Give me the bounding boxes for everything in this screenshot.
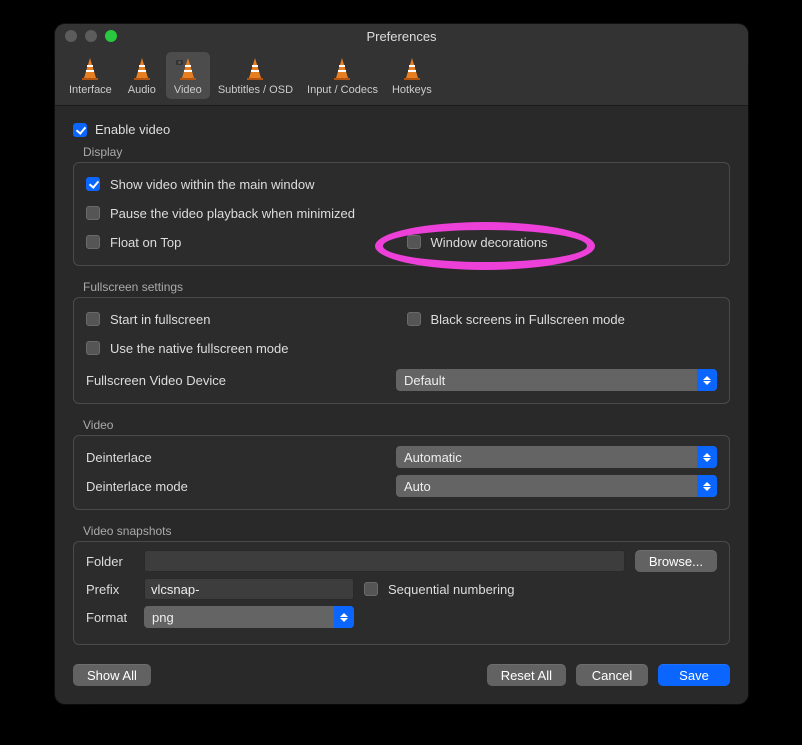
tab-audio[interactable]: Audio	[120, 52, 164, 99]
native-fullscreen-checkbox[interactable]	[86, 341, 100, 355]
cone-icon	[130, 56, 154, 82]
prefix-label: Prefix	[86, 582, 134, 597]
native-fullscreen-label: Use the native fullscreen mode	[110, 341, 288, 356]
float-on-top-checkbox[interactable]	[86, 235, 100, 249]
start-fullscreen-label: Start in fullscreen	[110, 312, 210, 327]
snapshots-section-title: Video snapshots	[73, 524, 730, 541]
show-in-main-label: Show video within the main window	[110, 177, 315, 192]
cone-icon	[176, 56, 200, 82]
pause-minimized-label: Pause the video playback when minimized	[110, 206, 355, 221]
fullscreen-device-label: Fullscreen Video Device	[86, 373, 386, 388]
maximize-icon[interactable]	[105, 30, 117, 42]
folder-input[interactable]	[144, 550, 625, 572]
cone-icon	[400, 56, 424, 82]
window-controls	[65, 30, 117, 42]
video-section-title: Video	[73, 418, 730, 435]
titlebar: Preferences	[55, 24, 748, 48]
format-value: png	[152, 610, 174, 625]
cone-icon	[330, 56, 354, 82]
tab-input-codecs[interactable]: Input / Codecs	[301, 52, 384, 99]
format-select[interactable]: png	[144, 606, 354, 628]
tab-label: Hotkeys	[392, 84, 432, 96]
close-icon[interactable]	[65, 30, 77, 42]
footer: Show All Reset All Cancel Save	[55, 650, 748, 704]
float-on-top-label: Float on Top	[110, 235, 181, 250]
show-in-main-checkbox[interactable]	[86, 177, 100, 191]
tab-label: Subtitles / OSD	[218, 84, 293, 96]
show-all-button[interactable]: Show All	[73, 664, 151, 686]
minimize-icon[interactable]	[85, 30, 97, 42]
pause-minimized-checkbox[interactable]	[86, 206, 100, 220]
enable-video-checkbox[interactable]	[73, 123, 87, 137]
deinterlace-mode-value: Auto	[404, 479, 431, 494]
snapshots-panel: Folder Browse... Prefix Sequential numbe…	[73, 541, 730, 645]
deinterlace-value: Automatic	[404, 450, 462, 465]
window-title: Preferences	[55, 29, 748, 44]
folder-label: Folder	[86, 554, 134, 569]
sequential-checkbox[interactable]	[364, 582, 378, 596]
tab-label: Input / Codecs	[307, 84, 378, 96]
black-screens-checkbox[interactable]	[407, 312, 421, 326]
display-panel: Show video within the main window Pause …	[73, 162, 730, 266]
browse-button[interactable]: Browse...	[635, 550, 717, 572]
content-area: Enable video Display Show video within t…	[55, 106, 748, 650]
preferences-window: Preferences Interface Audio Video Subtit…	[55, 24, 748, 704]
cone-icon	[243, 56, 267, 82]
deinterlace-select[interactable]: Automatic	[396, 446, 717, 468]
deinterlace-mode-label: Deinterlace mode	[86, 479, 386, 494]
format-label: Format	[86, 610, 134, 625]
prefs-toolbar: Interface Audio Video Subtitles / OSD In…	[55, 48, 748, 106]
window-decorations-label: Window decorations	[431, 235, 548, 250]
start-fullscreen-checkbox[interactable]	[86, 312, 100, 326]
cone-icon	[78, 56, 102, 82]
tab-label: Audio	[128, 84, 156, 96]
tab-hotkeys[interactable]: Hotkeys	[386, 52, 438, 99]
fullscreen-device-value: Default	[404, 373, 445, 388]
sequential-label: Sequential numbering	[388, 582, 514, 597]
video-panel: Deinterlace Automatic Deinterlace mode A…	[73, 435, 730, 510]
enable-video-label: Enable video	[95, 122, 170, 137]
fullscreen-section-title: Fullscreen settings	[73, 280, 730, 297]
fullscreen-device-select[interactable]: Default	[396, 369, 717, 391]
save-button[interactable]: Save	[658, 664, 730, 686]
tab-subtitles-osd[interactable]: Subtitles / OSD	[212, 52, 299, 99]
tab-label: Video	[174, 84, 202, 96]
prefix-input[interactable]	[144, 578, 354, 600]
deinterlace-mode-select[interactable]: Auto	[396, 475, 717, 497]
display-section-title: Display	[73, 145, 730, 162]
fullscreen-panel: Start in fullscreen Black screens in Ful…	[73, 297, 730, 404]
tab-interface[interactable]: Interface	[63, 52, 118, 99]
tab-label: Interface	[69, 84, 112, 96]
window-decorations-checkbox[interactable]	[407, 235, 421, 249]
tab-video[interactable]: Video	[166, 52, 210, 99]
reset-all-button[interactable]: Reset All	[487, 664, 566, 686]
cancel-button[interactable]: Cancel	[576, 664, 648, 686]
enable-video-row: Enable video	[73, 122, 730, 137]
black-screens-label: Black screens in Fullscreen mode	[431, 312, 625, 327]
deinterlace-label: Deinterlace	[86, 450, 386, 465]
